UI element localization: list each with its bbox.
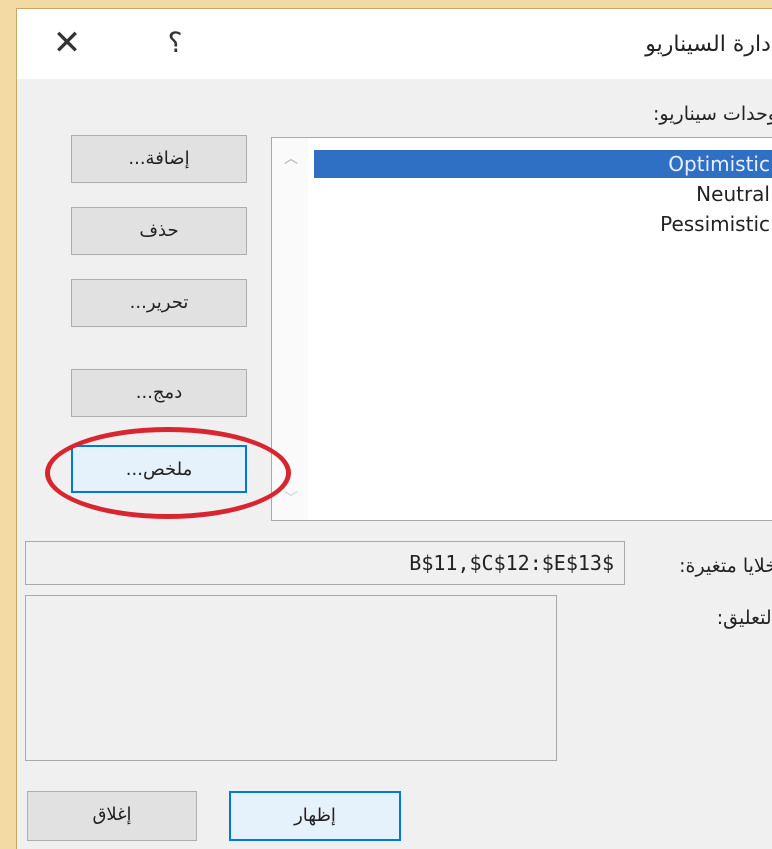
list-item[interactable]: Optimistic (314, 150, 772, 178)
list-item[interactable]: Neutral (696, 180, 772, 208)
scenario-manager-dialog: ✕ ؟ إدارة السيناريو وحدات سيناريو: ︿ ﹀ O… (16, 8, 772, 849)
delete-button[interactable]: حذف (71, 207, 247, 255)
add-button[interactable]: إضافة... (71, 135, 247, 183)
chevron-up-icon[interactable]: ︿ (284, 148, 298, 168)
dialog-title: إدارة السيناريو (645, 32, 772, 57)
merge-button[interactable]: دمج... (71, 369, 247, 417)
comment-label: التعليق: (716, 607, 772, 629)
title-bar: ✕ ؟ إدارة السيناريو (17, 9, 772, 79)
edit-button[interactable]: تحرير... (71, 279, 247, 327)
chevron-down-icon[interactable]: ﹀ (284, 488, 298, 508)
close-icon[interactable]: ✕ (47, 23, 87, 63)
help-icon[interactable]: ؟ (160, 25, 190, 61)
show-button[interactable]: إظهار (229, 791, 401, 841)
changing-cells-field[interactable]: B$11,$C$12:$E$13$ (25, 541, 625, 585)
summary-button[interactable]: ملخص... (71, 445, 247, 493)
listbox-scrollbar[interactable]: ︿ ﹀ (272, 138, 308, 520)
changing-cells-label: خلايا متغيرة: (679, 555, 772, 577)
comment-field[interactable] (25, 595, 557, 761)
scenarios-label: وحدات سيناريو: (653, 103, 772, 125)
scenarios-listbox[interactable]: ︿ ﹀ Optimistic Neutral Pessimistic (271, 137, 772, 521)
close-button[interactable]: إغلاق (27, 791, 197, 841)
list-item[interactable]: Pessimistic (660, 210, 772, 238)
